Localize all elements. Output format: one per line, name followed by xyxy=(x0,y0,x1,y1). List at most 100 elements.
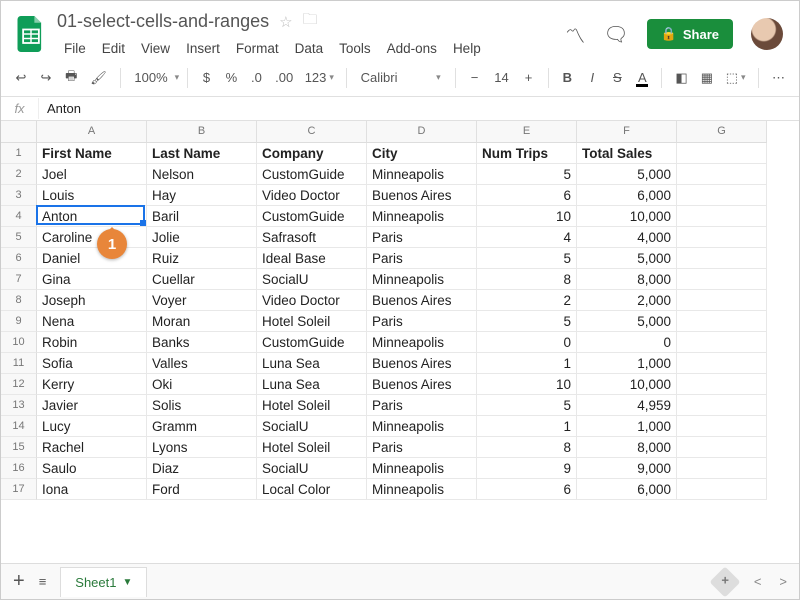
cell-14-C[interactable]: SocialU xyxy=(257,416,367,437)
italic-button[interactable]: I xyxy=(582,66,602,89)
cell-14-B[interactable]: Gramm xyxy=(147,416,257,437)
cell-6-B[interactable]: Ruiz xyxy=(147,248,257,269)
explore-button[interactable] xyxy=(709,566,740,597)
cell-5-A[interactable]: Caroline xyxy=(37,227,147,248)
col-header-A[interactable]: A xyxy=(37,121,147,143)
row-header-14[interactable]: 14 xyxy=(1,416,37,437)
star-icon[interactable]: ☆ xyxy=(279,13,292,31)
cell-7-A[interactable]: Gina xyxy=(37,269,147,290)
redo-button[interactable]: ↪ xyxy=(36,66,56,90)
cell-3-C[interactable]: Video Doctor xyxy=(257,185,367,206)
more-button[interactable]: ⋯ xyxy=(768,66,789,90)
row-header-10[interactable]: 10 xyxy=(1,332,37,353)
cell-17-F[interactable]: 6,000 xyxy=(577,479,677,500)
cell-8-D[interactable]: Buenos Aires xyxy=(367,290,477,311)
cell-2-B[interactable]: Nelson xyxy=(147,164,257,185)
cell-11-F[interactable]: 1,000 xyxy=(577,353,677,374)
cell-2-A[interactable]: Joel xyxy=(37,164,147,185)
col-header-G[interactable]: G xyxy=(677,121,767,143)
cell-9-E[interactable]: 5 xyxy=(477,311,577,332)
cell-5-C[interactable]: Safrasoft xyxy=(257,227,367,248)
add-sheet-button[interactable]: + xyxy=(13,570,25,593)
cell-11-A[interactable]: Sofia xyxy=(37,353,147,374)
cell-16-D[interactable]: Minneapolis xyxy=(367,458,477,479)
cell-12-B[interactable]: Oki xyxy=(147,374,257,395)
increase-decimal-button[interactable]: .00 xyxy=(271,66,296,89)
row-header-17[interactable]: 17 xyxy=(1,479,37,500)
row-header-9[interactable]: 9 xyxy=(1,311,37,332)
col-header-F[interactable]: F xyxy=(577,121,677,143)
cell-1-E[interactable]: Num Trips xyxy=(477,143,577,164)
cell-1-B[interactable]: Last Name xyxy=(147,143,257,164)
cell-3-E[interactable]: 6 xyxy=(477,185,577,206)
cell-8-E[interactable]: 2 xyxy=(477,290,577,311)
share-button[interactable]: 🔒 Share xyxy=(647,19,733,49)
merge-button[interactable]: ⬚ xyxy=(722,66,749,90)
menu-tools[interactable]: Tools xyxy=(332,38,378,59)
cell-15-F[interactable]: 8,000 xyxy=(577,437,677,458)
row-header-7[interactable]: 7 xyxy=(1,269,37,290)
print-button[interactable]: 🖶 xyxy=(61,63,81,93)
col-header-C[interactable]: C xyxy=(257,121,367,143)
row-header-13[interactable]: 13 xyxy=(1,395,37,416)
cell-4-A[interactable]: Anton xyxy=(37,206,147,227)
scroll-left-icon[interactable]: < xyxy=(754,574,762,589)
cell-5-D[interactable]: Paris xyxy=(367,227,477,248)
cell-16-F[interactable]: 9,000 xyxy=(577,458,677,479)
cell-6-G[interactable] xyxy=(677,248,767,269)
col-header-E[interactable]: E xyxy=(477,121,577,143)
cell-7-C[interactable]: SocialU xyxy=(257,269,367,290)
cell-12-E[interactable]: 10 xyxy=(477,374,577,395)
cell-12-A[interactable]: Kerry xyxy=(37,374,147,395)
cell-16-E[interactable]: 9 xyxy=(477,458,577,479)
cell-14-F[interactable]: 1,000 xyxy=(577,416,677,437)
cell-1-D[interactable]: City xyxy=(367,143,477,164)
cell-16-C[interactable]: SocialU xyxy=(257,458,367,479)
cell-13-A[interactable]: Javier xyxy=(37,395,147,416)
font-size-input[interactable]: 14 xyxy=(490,66,514,89)
cell-3-F[interactable]: 6,000 xyxy=(577,185,677,206)
cell-1-F[interactable]: Total Sales xyxy=(577,143,677,164)
fill-color-button[interactable]: ◧ xyxy=(671,66,691,90)
menu-view[interactable]: View xyxy=(134,38,177,59)
cell-15-A[interactable]: Rachel xyxy=(37,437,147,458)
cell-4-F[interactable]: 10,000 xyxy=(577,206,677,227)
row-header-16[interactable]: 16 xyxy=(1,458,37,479)
cell-2-G[interactable] xyxy=(677,164,767,185)
row-header-3[interactable]: 3 xyxy=(1,185,37,206)
cell-12-F[interactable]: 10,000 xyxy=(577,374,677,395)
font-select[interactable]: Calibri xyxy=(356,66,446,89)
formula-input[interactable]: Anton xyxy=(39,98,89,119)
cell-13-D[interactable]: Paris xyxy=(367,395,477,416)
col-header-B[interactable]: B xyxy=(147,121,257,143)
scroll-right-icon[interactable]: > xyxy=(779,574,787,589)
cell-17-C[interactable]: Local Color xyxy=(257,479,367,500)
cell-17-E[interactable]: 6 xyxy=(477,479,577,500)
font-size-decrease[interactable]: − xyxy=(465,66,485,89)
cell-5-B[interactable]: Jolie xyxy=(147,227,257,248)
select-all-corner[interactable] xyxy=(1,121,37,143)
cell-9-B[interactable]: Moran xyxy=(147,311,257,332)
cell-8-B[interactable]: Voyer xyxy=(147,290,257,311)
cell-2-D[interactable]: Minneapolis xyxy=(367,164,477,185)
cell-14-E[interactable]: 1 xyxy=(477,416,577,437)
sheet-menu-icon[interactable]: ▼ xyxy=(122,577,132,588)
cell-11-E[interactable]: 1 xyxy=(477,353,577,374)
spreadsheet-grid[interactable]: ABCDEFG1First NameLast NameCompanyCityNu… xyxy=(1,121,799,500)
row-header-2[interactable]: 2 xyxy=(1,164,37,185)
cell-7-E[interactable]: 8 xyxy=(477,269,577,290)
cell-11-G[interactable] xyxy=(677,353,767,374)
row-header-4[interactable]: 4 xyxy=(1,206,37,227)
menu-add-ons[interactable]: Add-ons xyxy=(380,38,444,59)
menu-file[interactable]: File xyxy=(57,38,93,59)
cell-4-G[interactable] xyxy=(677,206,767,227)
cell-5-F[interactable]: 4,000 xyxy=(577,227,677,248)
cell-2-F[interactable]: 5,000 xyxy=(577,164,677,185)
cell-13-B[interactable]: Solis xyxy=(147,395,257,416)
cell-5-G[interactable] xyxy=(677,227,767,248)
cell-15-D[interactable]: Paris xyxy=(367,437,477,458)
cell-13-F[interactable]: 4,959 xyxy=(577,395,677,416)
sheet-tab[interactable]: Sheet1 ▼ xyxy=(60,567,147,597)
sheets-logo[interactable] xyxy=(11,14,51,54)
cell-8-A[interactable]: Joseph xyxy=(37,290,147,311)
